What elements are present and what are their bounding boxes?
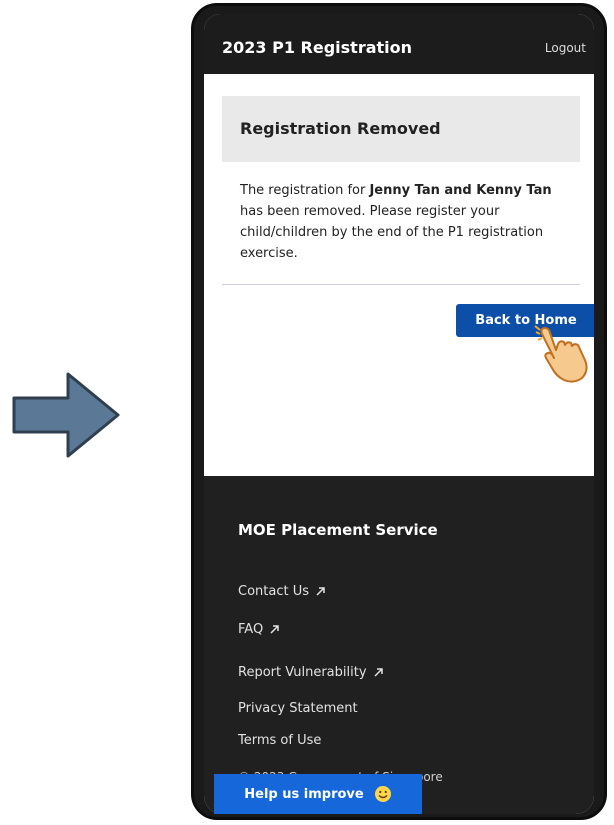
footer-link-label: Privacy Statement bbox=[238, 701, 358, 716]
footer-link-report-vulnerability[interactable]: Report Vulnerability bbox=[238, 665, 384, 680]
footer-link-label: Contact Us bbox=[238, 584, 309, 599]
message-suffix: has been removed. Please register your c… bbox=[240, 204, 544, 261]
help-button-label: Help us improve bbox=[244, 786, 364, 802]
external-link-icon bbox=[373, 668, 383, 677]
footer-link-label: Terms of Use bbox=[238, 733, 322, 748]
external-link-icon bbox=[270, 625, 279, 634]
removal-message: The registration for Jenny Tan and Kenny… bbox=[240, 180, 572, 264]
message-names: Jenny Tan and Kenny Tan bbox=[369, 183, 552, 198]
card-title: Registration Removed bbox=[240, 119, 441, 138]
pointing-hand-icon bbox=[534, 325, 588, 383]
message-prefix: The registration for bbox=[240, 183, 370, 198]
card-body: The registration for Jenny Tan and Kenny… bbox=[222, 162, 580, 282]
card-header: Registration Removed bbox=[222, 96, 580, 162]
help-us-improve-button[interactable]: Help us improve bbox=[214, 774, 422, 814]
footer-title: MOE Placement Service bbox=[238, 521, 438, 539]
footer-link-label: FAQ bbox=[238, 622, 264, 637]
footer-link-label: Report Vulnerability bbox=[238, 665, 367, 680]
smile-icon bbox=[374, 786, 391, 802]
footer-link-privacy-statement[interactable]: Privacy Statement bbox=[238, 701, 358, 716]
footer-link-faq[interactable]: FAQ bbox=[238, 622, 280, 637]
footer-link-terms-of-use[interactable]: Terms of Use bbox=[238, 733, 321, 748]
top-bar: 2023 P1 Registration Logout bbox=[204, 14, 594, 74]
external-link-icon bbox=[316, 587, 325, 596]
phone-frame: 2023 P1 Registration Logout Registration… bbox=[191, 3, 607, 820]
phone-screen: 2023 P1 Registration Logout Registration… bbox=[204, 14, 594, 814]
right-arrow-icon bbox=[12, 372, 120, 458]
app-title: 2023 P1 Registration bbox=[222, 38, 413, 57]
footer: MOE Placement Service Contact Us FAQ Rep… bbox=[204, 476, 594, 814]
divider bbox=[222, 284, 580, 285]
footer-link-contact-us[interactable]: Contact Us bbox=[238, 584, 326, 599]
logout-link[interactable]: Logout bbox=[545, 41, 586, 55]
